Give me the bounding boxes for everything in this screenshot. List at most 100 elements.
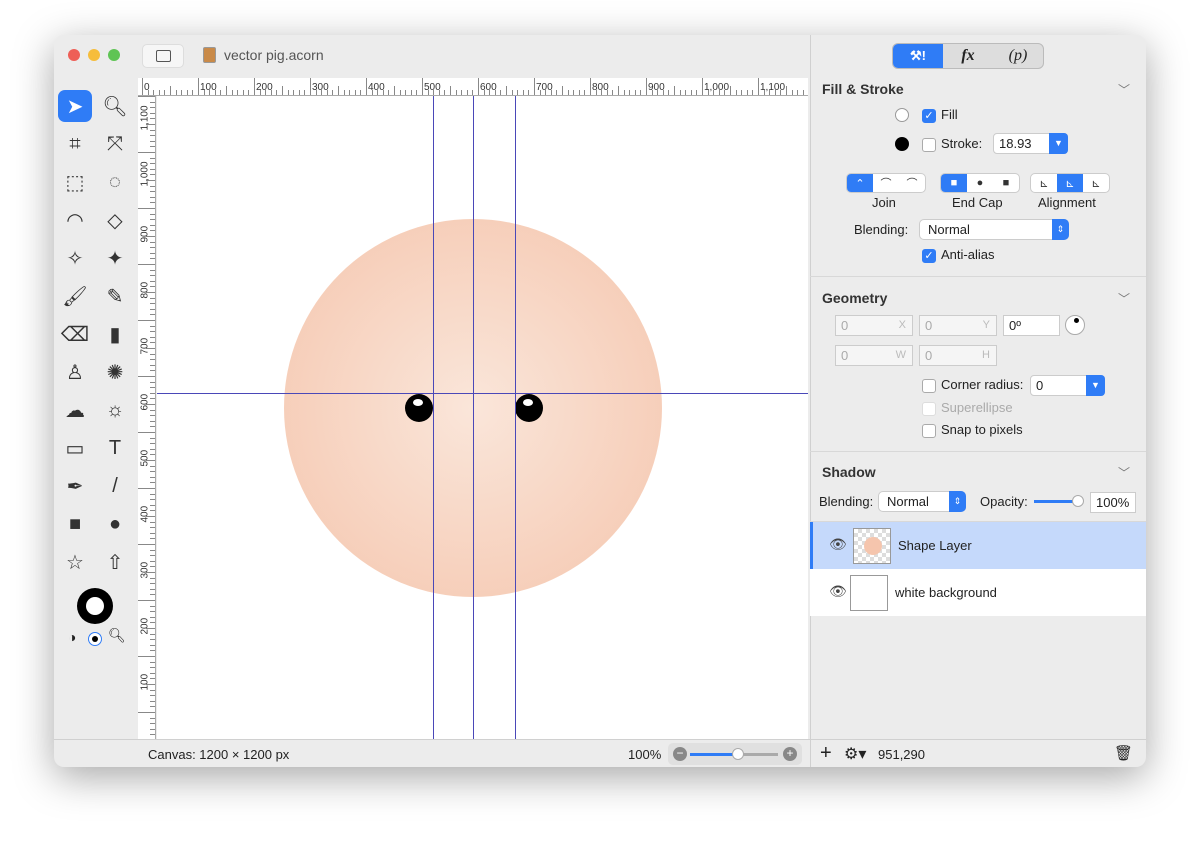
zoom-out-icon[interactable]: − [673,747,687,761]
sidebar-toggle-button[interactable] [142,44,184,68]
endcap-square-button[interactable]: ■ [993,174,1019,192]
eraser-tool[interactable]: ⌫ [58,318,92,350]
chevron-down-icon[interactable]: ﹀ [1118,464,1130,481]
trash-icon[interactable]: 🗑︎ [1114,744,1133,762]
line-tool[interactable]: / [98,470,132,502]
y-input[interactable]: 0Y [919,315,997,336]
add-layer-button[interactable]: + [820,742,832,765]
opacity-input[interactable]: 100% [1090,492,1136,513]
ellipse-select-tool[interactable]: ◌ [98,166,132,198]
endcap-butt-button[interactable]: ■ [941,174,967,192]
rect-select-tool[interactable]: ⬚ [58,166,92,198]
align-center-button[interactable]: ⊾ [1057,174,1083,192]
rotation-dial[interactable] [1065,315,1085,335]
join-label: Join [872,195,896,210]
canvas-size: Canvas: 1200 × 1200 px [148,747,290,762]
w-input[interactable]: 0W [835,345,913,366]
dropdown-arrow-icon[interactable]: ▼ [1049,133,1068,154]
fill-stroke-header: Fill & Stroke [822,81,904,97]
zoom-slider[interactable]: − + [668,743,802,765]
tab-tools[interactable]: ⚒! [893,44,943,68]
lasso-tool[interactable]: ◠ [58,204,92,236]
angle-input[interactable]: 0º [1003,315,1060,336]
select-arrow-tool-icon: ➤ [66,95,84,118]
dropdown-arrow-icon[interactable]: ▼ [1086,375,1105,396]
stroke-color-well[interactable] [77,588,113,624]
vertical-ruler: 1,100 1,000 900 800 700 600 500 400 300 200 100 [138,96,156,739]
cloud-tool[interactable]: ☁ [58,394,92,426]
layer-row-shape[interactable]: 👁︎ Shape Layer [810,522,1146,569]
swap-colors-icon[interactable]: ◑ [68,629,76,645]
pen-tool-icon: ✒ [66,475,84,498]
shadow-blending-select[interactable]: Normal ⇕ [878,491,966,512]
gradient-tool[interactable]: ▭ [58,432,92,464]
zoom-in-icon[interactable]: + [783,747,797,761]
retouch-tool[interactable]: ✺ [98,356,132,388]
pencil-tool[interactable]: ✎ [98,280,132,312]
clone-stamp-tool[interactable]: ♙ [58,356,92,388]
blending-select[interactable]: Normal ⇕ [919,219,1069,240]
stroke-width-input[interactable]: 18.93 ▼ [993,133,1068,154]
stroke-color-swatch[interactable] [895,137,909,151]
x-input[interactable]: 0X [835,315,913,336]
pen-tool[interactable]: ✒ [58,470,92,502]
corner-radius-checkbox[interactable]: Corner radius: [922,377,1023,393]
align-outside-button[interactable]: ⊾ [1083,174,1109,192]
eye-icon[interactable]: 👁︎ [829,536,847,553]
align-inside-button[interactable]: ⊾ [1031,174,1057,192]
snap-checkbox[interactable]: Snap to pixels [922,422,1023,438]
guide-vertical[interactable] [473,96,474,739]
circle-tool[interactable]: ● [98,508,132,540]
layer-thumbnail [850,575,888,611]
h-input[interactable]: 0H [919,345,997,366]
transform-tool[interactable]: ⤧ [98,128,132,160]
fill-checkbox[interactable]: ✓ Fill [922,107,958,123]
join-miter-button[interactable]: ⌃ [847,174,873,192]
ruler-label: 900 [648,82,665,93]
color-picker-icon[interactable]: 🔍︎ [108,627,126,644]
layer-row-background[interactable]: 👁︎ white background [810,569,1146,616]
star-tool[interactable]: ☆ [58,546,92,578]
line-tool-icon: / [112,474,118,497]
stroke-checkbox[interactable]: Stroke: [922,136,982,152]
magic-wand-tool[interactable]: ✧ [58,242,92,274]
zoom-tool[interactable]: 🔍︎ [98,90,132,122]
join-bevel-button[interactable]: ⌒ [899,174,925,192]
chevron-down-icon[interactable]: ﹀ [1118,290,1130,307]
select-arrow-tool[interactable]: ➤ [58,90,92,122]
fill-color-well[interactable] [895,108,909,122]
arrow-tool[interactable]: ⇧ [98,546,132,578]
polygon-lasso-tool[interactable]: ◇ [98,204,132,236]
crop-tool[interactable]: ⌗ [58,128,92,160]
minimize-button[interactable] [88,49,100,61]
superellipse-checkbox[interactable]: Superellipse [922,400,1013,416]
tab-effects[interactable]: fx [943,44,993,68]
guide-horizontal[interactable] [157,393,808,394]
guide-vertical[interactable] [433,96,434,739]
zoom-button[interactable] [108,49,120,61]
ruler-label: 700 [139,337,151,355]
pencil-tool-icon: ✎ [106,285,124,308]
antialias-checkbox[interactable]: ✓ Anti-alias [922,247,994,263]
alignment-label: Alignment [1038,195,1096,210]
close-button[interactable] [68,49,80,61]
zoom-slider-knob[interactable] [732,748,745,760]
endcap-round-button[interactable]: ● [967,174,993,192]
eye-icon[interactable]: 👁︎ [829,583,847,600]
corner-radius-input[interactable]: 0 ▼ [1030,375,1105,396]
sun-tool[interactable]: ☼ [98,394,132,426]
chevron-down-icon[interactable]: ﹀ [1118,81,1130,98]
tab-properties[interactable]: (p) [993,44,1043,68]
canvas[interactable] [157,96,808,739]
text-tool[interactable]: T [98,432,132,464]
snap-label: Snap to pixels [941,422,1023,437]
rectangle-tool[interactable]: ■ [58,508,92,540]
opacity-slider-knob[interactable] [1072,495,1084,507]
default-colors-icon[interactable] [88,632,102,646]
magic-brush-tool[interactable]: ✦ [98,242,132,274]
paint-bucket-tool[interactable]: ▮ [98,318,132,350]
join-round-button[interactable]: ⌒ [873,174,899,192]
gear-icon[interactable]: ⚙▾ [844,744,866,764]
guide-vertical[interactable] [515,96,516,739]
brush-tool[interactable]: 🖌︎ [58,280,92,312]
